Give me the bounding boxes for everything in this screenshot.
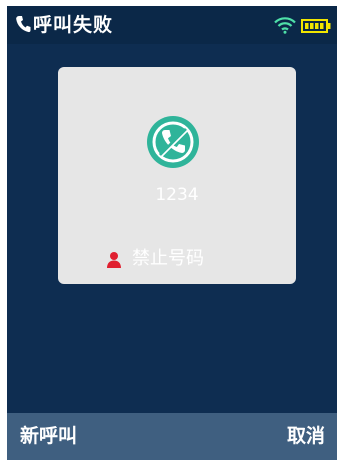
softkey-bar: 新呼叫 取消 bbox=[7, 413, 337, 460]
status-title: 呼叫失败 bbox=[33, 14, 114, 36]
cancel-button[interactable]: 取消 bbox=[287, 424, 325, 448]
failure-reason-text: 禁止号码 bbox=[132, 248, 204, 269]
call-failed-icon bbox=[147, 116, 199, 168]
phone-icon bbox=[16, 16, 31, 33]
person-icon bbox=[107, 252, 121, 268]
phone-screen: 呼叫失败 1234 禁止号码 新呼叫 取消 bbox=[7, 6, 337, 460]
wifi-icon bbox=[274, 17, 296, 34]
call-failed-dialog: 1234 禁止号码 bbox=[58, 67, 296, 284]
new-call-button[interactable]: 新呼叫 bbox=[20, 424, 77, 448]
status-bar: 呼叫失败 bbox=[7, 6, 337, 44]
phone-number: 1234 bbox=[155, 185, 199, 205]
battery-icon bbox=[301, 19, 331, 33]
